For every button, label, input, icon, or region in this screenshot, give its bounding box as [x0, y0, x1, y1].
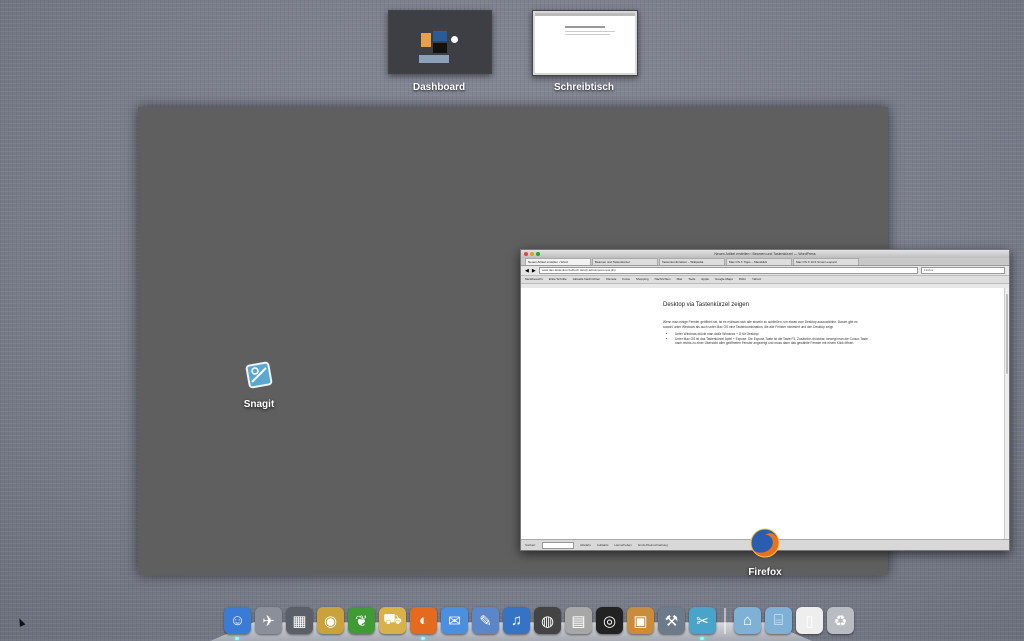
firefox-label: Firefox — [748, 567, 782, 578]
dock: ☺ ✈ ▦ ◉ ❦ ⛟ ◐ ✉ ✎ ♫ ◍ ▤ ◎ ▣ ⚒ ✂ ⌂ ⌸ ▯ ♻ — [224, 600, 854, 640]
tab-1[interactable]: Neuen Artikel erstellen ‹ Word — [525, 258, 591, 265]
firefox-icon — [750, 528, 780, 558]
dashboard-space-thumbnail[interactable] — [388, 10, 492, 74]
dock-finder-icon[interactable]: ☺ — [224, 607, 251, 640]
dock-documents-folder-icon[interactable]: ⌸ — [765, 607, 792, 634]
desktop-space-label: Schreibtisch — [553, 82, 615, 93]
dock-launchpad-icon[interactable]: ✈ — [255, 607, 282, 634]
dock-ichat-icon[interactable]: ✉ — [441, 607, 468, 634]
window-title: Neuen Artikel erstellen ‹ Beamen und Tas… — [714, 252, 816, 256]
window-titlebar[interactable]: Neuen Artikel erstellen ‹ Beamen und Tas… — [521, 250, 1009, 258]
widget-bar — [419, 55, 449, 63]
zoom-button[interactable] — [536, 252, 540, 256]
bookmark-item[interactable]: Aktuelle Nachrichten — [573, 276, 601, 283]
bookmark-item[interactable]: Apple — [701, 276, 709, 283]
find-next-button[interactable]: Abwärts — [580, 540, 591, 550]
dashboard-space-label: Dashboard — [412, 82, 466, 93]
bookmark-item[interactable]: Flickr — [739, 276, 746, 283]
page-content: Desktop via Tastenkürzel zeigen Wenn man… — [521, 288, 1009, 540]
vertical-scrollbar[interactable] — [1004, 288, 1009, 540]
find-label: Suchen: — [525, 543, 537, 547]
mouse-cursor — [16, 617, 26, 627]
dock-calculator-icon[interactable]: ▤ — [565, 607, 592, 634]
dock-separator — [724, 608, 726, 634]
dock-mission-control-icon[interactable]: ▦ — [286, 607, 313, 634]
bookmark-item[interactable]: Tools — [688, 276, 695, 283]
tab-bar: Neuen Artikel erstellen ‹ Word Beamen un… — [521, 258, 1009, 266]
close-button[interactable] — [524, 252, 528, 256]
bookmark-item[interactable]: Erste Schritte — [549, 276, 567, 283]
find-input[interactable] — [542, 542, 575, 549]
article-bullets: Unter Windows drückt man dafür Windows +… — [671, 332, 875, 346]
dock-leaf-icon[interactable]: ❦ — [348, 607, 375, 634]
dock-transmit-icon[interactable]: ⛟ — [379, 607, 406, 634]
match-case-checkbox[interactable]: Groß-/Kleinschreibung — [638, 540, 668, 550]
bookmark-item[interactable]: Shopping — [636, 276, 649, 283]
dock-applications-folder-icon[interactable]: ⌂ — [734, 607, 761, 634]
dock-system-tool-icon[interactable]: ⚒ — [658, 607, 685, 634]
dock-firefox-icon[interactable]: ◐ — [410, 607, 437, 640]
article-heading: Desktop via Tastenkürzel zeigen — [663, 302, 749, 308]
url-field[interactable]: www.das-tastenkuerzelbuch.de/wp-admin/po… — [538, 267, 918, 274]
bookmark-item[interactable]: Google Maps — [715, 276, 733, 283]
snagit-icon — [245, 361, 273, 389]
bookmark-item[interactable]: Yahoo! — [752, 276, 761, 283]
widget-clock — [451, 36, 458, 43]
tab-2[interactable]: Beamen und Tastenkürzel — [592, 258, 658, 265]
dock-trash-icon[interactable]: ♻ — [827, 607, 854, 634]
tab-5[interactable]: Mac OS X 10.6 Snow Leopard — [793, 258, 859, 265]
widget-calendar — [421, 33, 431, 47]
bookmark-item[interactable]: Fotos — [622, 276, 630, 283]
bookmarks-toolbar: Meistbesucht Erste Schritte Aktuelle Nac… — [521, 276, 1009, 284]
firefox-app[interactable]: Firefox — [738, 526, 792, 578]
dock-itunes-icon[interactable]: ♫ — [503, 607, 530, 634]
widget-black — [433, 43, 447, 53]
navigation-bar: ◀ ▶ www.das-tastenkuerzelbuch.de/wp-admi… — [521, 266, 1009, 276]
widget-weather — [433, 31, 447, 41]
find-previous-button[interactable]: Aufwärts — [597, 540, 609, 550]
dock-package-icon[interactable]: ▣ — [627, 607, 654, 634]
bookmark-item[interactable]: Dienste — [606, 276, 616, 283]
tab-4[interactable]: Mac OS X Tipps – Mausklick — [726, 258, 792, 265]
bookmark-item[interactable]: Mac — [677, 276, 683, 283]
search-field[interactable]: Firefox — [921, 267, 1005, 274]
dock-preview-icon[interactable]: ✎ — [472, 607, 499, 634]
bookmark-item[interactable]: Meistbesucht — [525, 276, 543, 283]
dock-file-icon[interactable]: ▯ — [796, 607, 823, 634]
back-icon[interactable]: ◀ — [525, 268, 529, 274]
firefox-window[interactable]: Neuen Artikel erstellen ‹ Beamen und Tas… — [520, 249, 1010, 551]
forward-icon[interactable]: ▶ — [532, 268, 536, 274]
dock-aperture-icon[interactable]: ◎ — [596, 607, 623, 634]
bullet-item: Unter Mac OS ist das Tastenkürzel Apfel … — [675, 337, 875, 346]
highlight-button[interactable]: Hervorheben — [615, 540, 632, 550]
minimize-button[interactable] — [530, 252, 534, 256]
dock-dashboard-icon[interactable]: ◍ — [534, 607, 561, 634]
bookmark-item[interactable]: Nachrichten — [655, 276, 671, 283]
snagit-label: Snagit — [243, 399, 275, 410]
dock-snagit-icon[interactable]: ✂ — [689, 607, 716, 640]
article-paragraph: Wenn man einige Fenster geöffnet hat, is… — [663, 320, 858, 329]
desktop-space-thumbnail[interactable] — [532, 10, 638, 76]
dock-photo-booth-icon[interactable]: ◉ — [317, 607, 344, 634]
snagit-app[interactable]: Snagit — [232, 358, 286, 410]
thumb-window — [535, 13, 635, 73]
tab-3[interactable]: Tastenkombination – Wikipedia — [659, 258, 725, 265]
